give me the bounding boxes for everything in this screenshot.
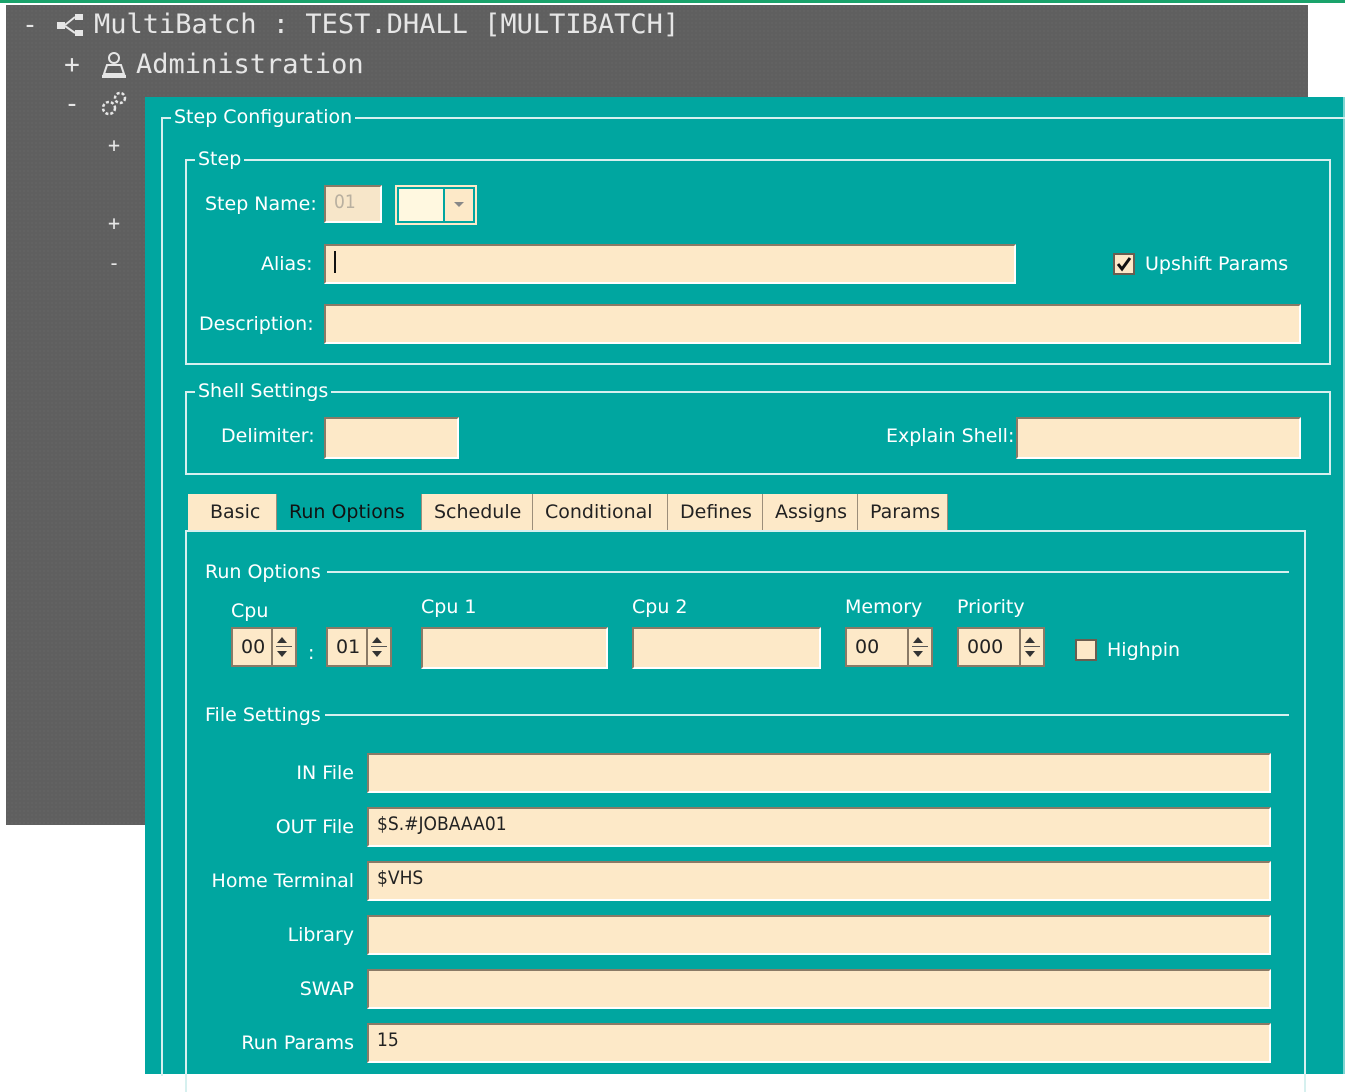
- text-caret: [334, 250, 336, 273]
- step-name-dropdown[interactable]: [395, 185, 477, 225]
- spinner-value[interactable]: 01: [326, 627, 366, 667]
- cpu2-input[interactable]: [632, 627, 821, 669]
- run-params-input[interactable]: 15: [367, 1023, 1271, 1063]
- tree-root-label: MultiBatch : TEST.DHALL [MULTIBATCH]: [94, 9, 680, 40]
- spin-up-icon[interactable]: [1025, 637, 1035, 643]
- spinner-buttons[interactable]: [1019, 627, 1045, 667]
- spin-down-icon[interactable]: [913, 651, 923, 657]
- run-params-label: Run Params: [241, 1032, 354, 1054]
- run-options-section-title: Run Options: [205, 561, 321, 583]
- tree-root-row[interactable]: - MultiBatch : TEST.DHALL [MULTIBATCH]: [10, 9, 679, 40]
- tab-assigns[interactable]: Assigns: [763, 494, 858, 530]
- top-accent-line: [0, 0, 1345, 3]
- tab-basic[interactable]: Basic: [188, 494, 277, 530]
- spin-up-icon[interactable]: [372, 637, 382, 643]
- spin-down-icon[interactable]: [277, 651, 287, 657]
- step-name-field[interactable]: 01: [324, 185, 382, 223]
- group-title: Shell Settings: [195, 379, 332, 403]
- library-label: Library: [287, 924, 354, 946]
- spin-up-icon[interactable]: [277, 637, 287, 643]
- file-settings-section-title: File Settings: [205, 704, 321, 726]
- collapse-toggle[interactable]: -: [10, 10, 50, 40]
- section-divider: [325, 714, 1289, 716]
- multibatch-icon: [50, 10, 94, 40]
- swap-input[interactable]: [367, 969, 1271, 1009]
- collapse-toggle[interactable]: -: [52, 89, 92, 119]
- highpin-checkbox[interactable]: [1075, 639, 1097, 661]
- memory-label: Memory: [845, 596, 923, 618]
- upshift-params-label: Upshift Params: [1145, 253, 1289, 275]
- out-file-label: OUT File: [275, 816, 354, 838]
- cpu-label: Cpu: [231, 600, 269, 622]
- spin-up-icon[interactable]: [913, 637, 923, 643]
- admin-person-icon: [92, 50, 136, 80]
- group-title: Step: [195, 147, 245, 171]
- cpu-a-spinner[interactable]: 00: [231, 627, 297, 667]
- tab-conditional[interactable]: Conditional: [533, 494, 668, 530]
- spin-down-icon[interactable]: [1025, 651, 1035, 657]
- explain-shell-label: Explain Shell:: [886, 425, 1015, 447]
- priority-spinner[interactable]: 000: [957, 627, 1045, 667]
- delimiter-label: Delimiter:: [221, 425, 315, 447]
- tab-schedule[interactable]: Schedule: [422, 494, 533, 530]
- library-input[interactable]: [367, 915, 1271, 955]
- alias-label: Alias:: [261, 253, 313, 275]
- tab-run-options[interactable]: Run Options: [277, 494, 422, 530]
- tree-admin-row[interactable]: + Administration: [52, 49, 364, 80]
- step-name-label: Step Name:: [205, 193, 317, 215]
- spinner-buttons[interactable]: [271, 627, 297, 667]
- highpin-label: Highpin: [1107, 639, 1181, 661]
- explain-shell-input[interactable]: [1016, 417, 1301, 459]
- alias-input[interactable]: [324, 244, 1016, 284]
- delimiter-input[interactable]: [324, 417, 459, 459]
- expand-toggle[interactable]: +: [108, 133, 120, 157]
- spinner-value[interactable]: 00: [845, 627, 907, 667]
- cpu1-input[interactable]: [421, 627, 608, 669]
- group-title: Step Configuration: [171, 105, 356, 129]
- description-label: Description:: [199, 313, 314, 335]
- description-input[interactable]: [324, 304, 1301, 344]
- swap-label: SWAP: [299, 978, 354, 1000]
- section-divider: [327, 571, 1289, 573]
- home-terminal-label: Home Terminal: [211, 870, 354, 892]
- memory-spinner[interactable]: 00: [845, 627, 933, 667]
- in-file-input[interactable]: [367, 753, 1271, 793]
- expand-toggle[interactable]: +: [52, 50, 92, 80]
- chevron-down-icon[interactable]: [445, 189, 473, 221]
- tab-strip: Basic Run Options Schedule Conditional D…: [188, 494, 948, 530]
- cpu-separator: :: [308, 642, 315, 664]
- tab-defines[interactable]: Defines: [668, 494, 763, 530]
- cpu-b-spinner[interactable]: 01: [326, 627, 392, 667]
- cpu2-label: Cpu 2: [632, 596, 688, 618]
- spin-down-icon[interactable]: [372, 651, 382, 657]
- collapse-toggle[interactable]: -: [108, 251, 120, 275]
- upshift-params-checkbox[interactable]: [1113, 253, 1135, 275]
- cpu1-label: Cpu 1: [421, 596, 477, 618]
- tree-config-row[interactable]: -: [52, 89, 136, 119]
- gears-icon: [92, 89, 136, 119]
- in-file-label: IN File: [296, 762, 354, 784]
- expand-toggle[interactable]: +: [108, 211, 120, 235]
- spinner-buttons[interactable]: [907, 627, 933, 667]
- checkmark-icon: [1116, 257, 1132, 272]
- spinner-value[interactable]: 000: [957, 627, 1019, 667]
- out-file-input[interactable]: $S.#JOBAAA01: [367, 807, 1271, 847]
- spinner-value[interactable]: 00: [231, 627, 271, 667]
- tree-admin-label: Administration: [136, 49, 364, 80]
- step-configuration-dialog: Step Configuration Step Step Name: 01 Al…: [145, 97, 1345, 1092]
- spinner-buttons[interactable]: [366, 627, 392, 667]
- home-terminal-input[interactable]: $VHS: [367, 861, 1271, 901]
- priority-label: Priority: [957, 596, 1025, 618]
- dropdown-value: [399, 189, 443, 221]
- tab-params[interactable]: Params: [858, 494, 948, 530]
